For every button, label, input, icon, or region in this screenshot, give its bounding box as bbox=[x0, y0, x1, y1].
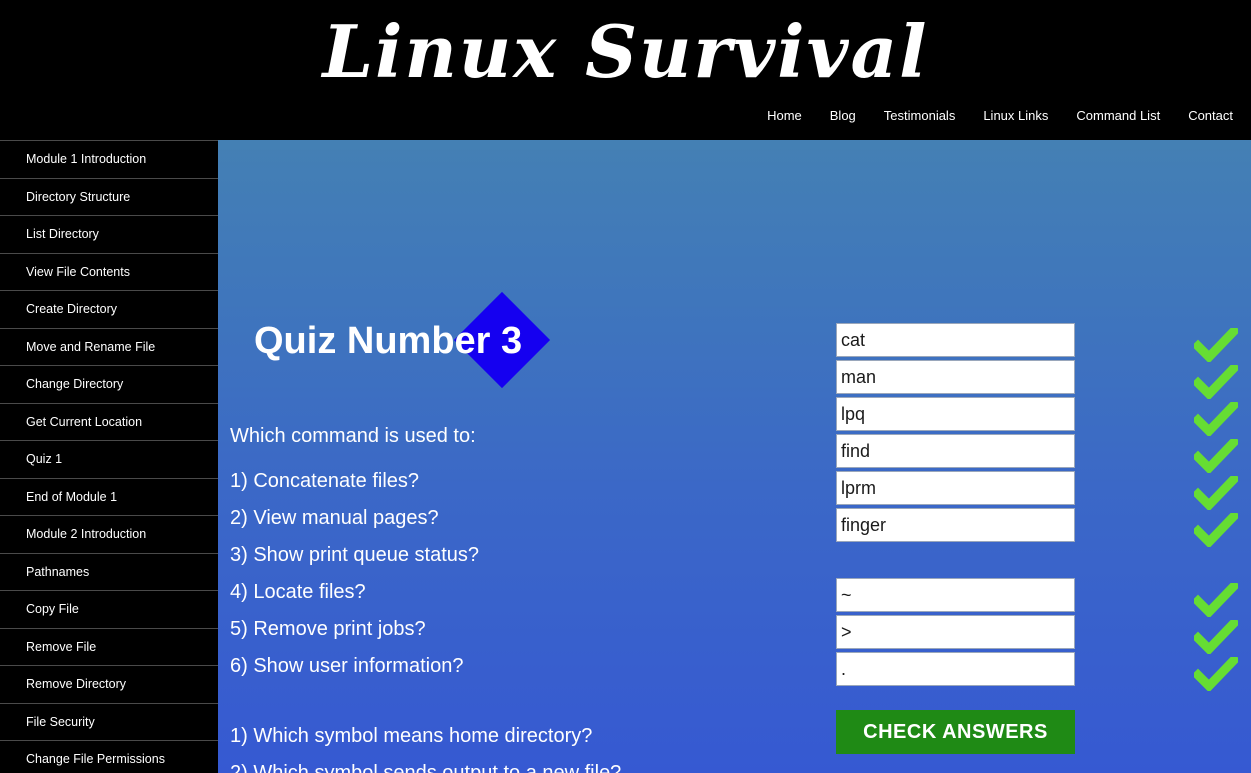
nav-link-command-list[interactable]: Command List bbox=[1076, 108, 1160, 123]
question-5-label: 5) Remove print jobs? bbox=[230, 618, 426, 640]
nav-link-contact[interactable]: Contact bbox=[1188, 108, 1233, 123]
question-1-label: 1) Concatenate files? bbox=[230, 470, 420, 492]
sidebar-item-view-file-contents[interactable]: View File Contents bbox=[0, 254, 218, 291]
checkmark-icon-8 bbox=[1194, 620, 1238, 654]
checkmark-icon-9 bbox=[1194, 657, 1238, 691]
top-navigation: Home Blog Testimonials Linux Links Comma… bbox=[767, 108, 1233, 123]
sidebar-item-change-file-permissions[interactable]: Change File Permissions bbox=[0, 741, 218, 773]
question-6-label: 6) Show user information? bbox=[230, 655, 464, 677]
answer-input-2[interactable] bbox=[836, 360, 1075, 394]
nav-link-testimonials[interactable]: Testimonials bbox=[884, 108, 956, 123]
checkmark-icon-3 bbox=[1194, 402, 1238, 436]
nav-link-home[interactable]: Home bbox=[767, 108, 802, 123]
sidebar-item-quiz-1[interactable]: Quiz 1 bbox=[0, 441, 218, 479]
sidebar-menu: Module 1 Introduction Directory Structur… bbox=[0, 140, 218, 773]
sidebar-item-list-directory[interactable]: List Directory bbox=[0, 216, 218, 254]
sidebar-item-move-and-rename-file[interactable]: Move and Rename File bbox=[0, 329, 218, 366]
nav-link-blog[interactable]: Blog bbox=[830, 108, 856, 123]
symbol-question-2-label: 2) Which symbol sends output to a new fi… bbox=[230, 762, 622, 773]
sidebar-item-change-directory[interactable]: Change Directory bbox=[0, 366, 218, 404]
answer-input-5[interactable] bbox=[836, 471, 1075, 505]
sidebar-item-directory-structure[interactable]: Directory Structure bbox=[0, 179, 218, 216]
answer-input-6[interactable] bbox=[836, 508, 1075, 542]
quiz-intro-text: Which command is used to: bbox=[230, 425, 476, 447]
sidebar-item-create-directory[interactable]: Create Directory bbox=[0, 291, 218, 329]
symbol-answer-input-3[interactable] bbox=[836, 652, 1075, 686]
answer-input-4[interactable] bbox=[836, 434, 1075, 468]
checkmark-icon-5 bbox=[1194, 476, 1238, 510]
symbol-answer-input-1[interactable] bbox=[836, 578, 1075, 612]
sidebar-item-get-current-location[interactable]: Get Current Location bbox=[0, 404, 218, 441]
sidebar-item-module-1-introduction[interactable]: Module 1 Introduction bbox=[0, 141, 218, 179]
checkmark-icon-6 bbox=[1194, 513, 1238, 547]
question-2-label: 2) View manual pages? bbox=[230, 507, 439, 529]
sidebar-item-copy-file[interactable]: Copy File bbox=[0, 591, 218, 629]
checkmark-icon-4 bbox=[1194, 439, 1238, 473]
answer-input-3[interactable] bbox=[836, 397, 1075, 431]
symbol-answer-input-2[interactable] bbox=[836, 615, 1075, 649]
sidebar-item-module-2-introduction[interactable]: Module 2 Introduction bbox=[0, 516, 218, 554]
symbol-question-1-label: 1) Which symbol means home directory? bbox=[230, 725, 593, 747]
page-title: Quiz Number 3 bbox=[254, 320, 523, 362]
site-header: Linux Survival Home Blog Testimonials Li… bbox=[0, 0, 1251, 140]
question-3-label: 3) Show print queue status? bbox=[230, 544, 480, 566]
sidebar-item-pathnames[interactable]: Pathnames bbox=[0, 554, 218, 591]
sidebar-item-remove-directory[interactable]: Remove Directory bbox=[0, 666, 218, 704]
checkmark-icon-2 bbox=[1194, 365, 1238, 399]
check-answers-button[interactable]: CHECK ANSWERS bbox=[836, 710, 1075, 754]
question-4-label: 4) Locate files? bbox=[230, 581, 366, 603]
checkmark-icon-1 bbox=[1194, 328, 1238, 362]
nav-link-linux-links[interactable]: Linux Links bbox=[983, 108, 1048, 123]
site-title: Linux Survival bbox=[322, 9, 929, 94]
quiz-content-area: Quiz Number 3 Which command is used to: … bbox=[218, 140, 1251, 773]
checkmark-icon-7 bbox=[1194, 583, 1238, 617]
sidebar-item-file-security[interactable]: File Security bbox=[0, 704, 218, 741]
page-root: Linux Survival Home Blog Testimonials Li… bbox=[0, 0, 1251, 773]
sidebar-item-remove-file[interactable]: Remove File bbox=[0, 629, 218, 666]
answer-input-1[interactable] bbox=[836, 323, 1075, 357]
sidebar-item-end-of-module-1[interactable]: End of Module 1 bbox=[0, 479, 218, 516]
